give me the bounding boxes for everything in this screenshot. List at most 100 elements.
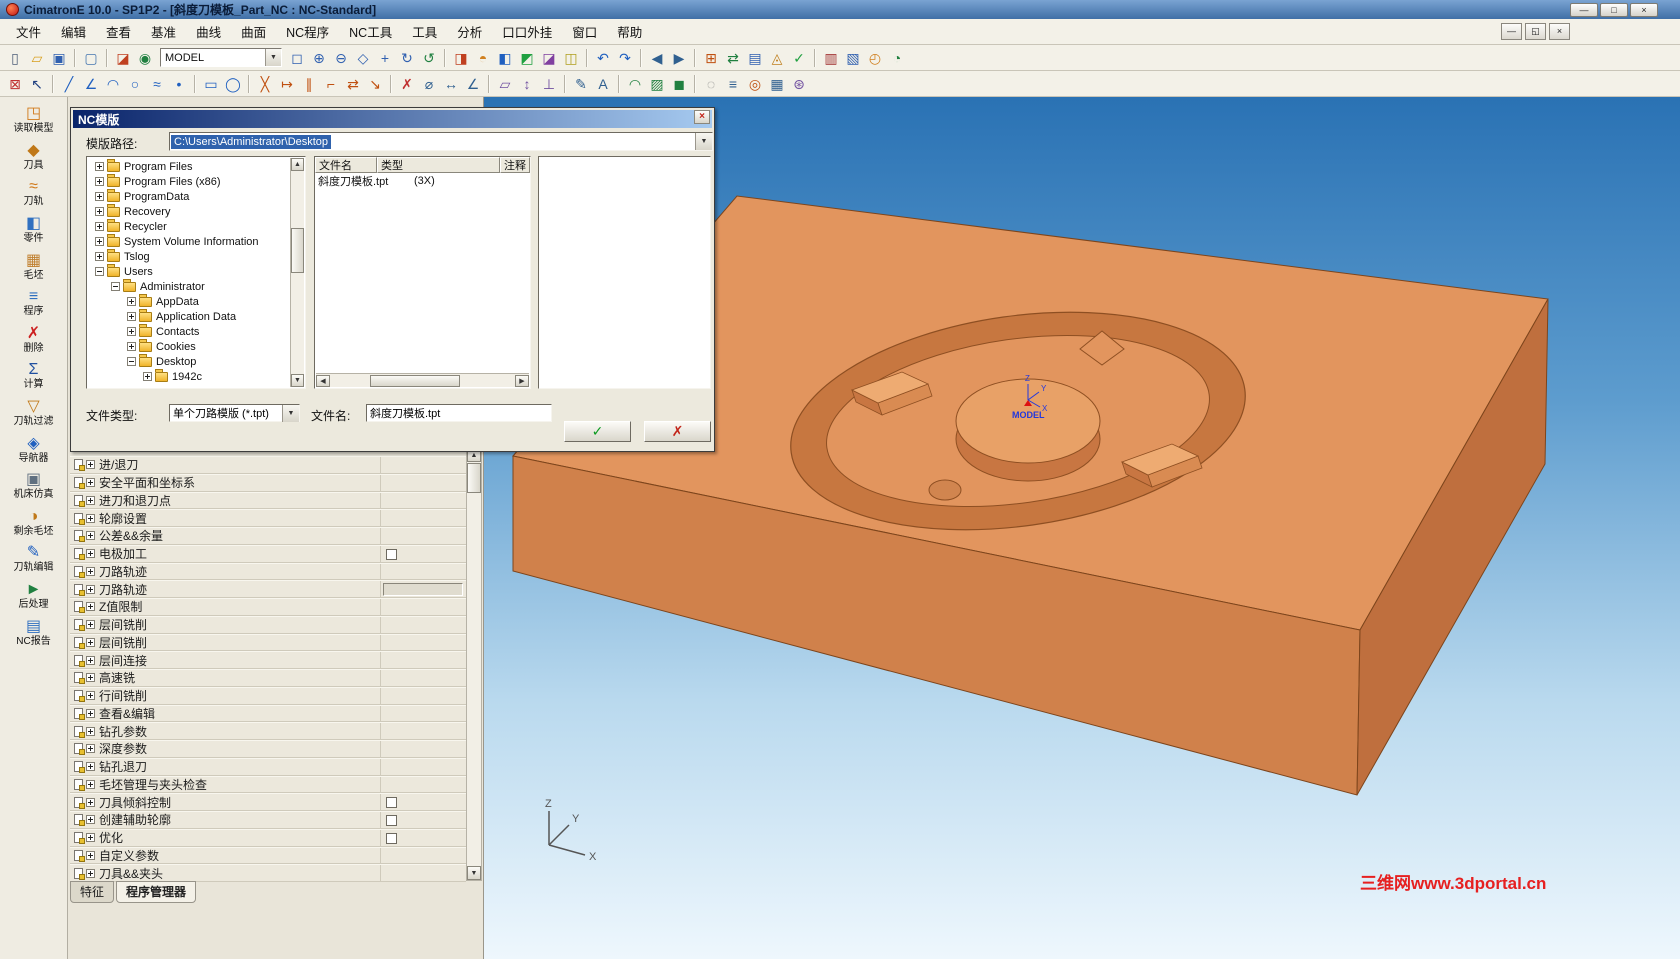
stock-icon[interactable]: ◔: [886, 47, 908, 68]
view-bottom-icon[interactable]: ◫: [560, 47, 582, 68]
zoom-fit-icon[interactable]: ◇: [352, 47, 374, 68]
sidebar-item-read-model[interactable]: ◳ 读取模型: [0, 102, 67, 139]
sketch-icon[interactable]: ✎: [570, 73, 592, 94]
param-row[interactable]: 进刀和退刀点: [70, 491, 466, 510]
circle-icon[interactable]: ○: [124, 73, 146, 94]
tree-expander-icon[interactable]: [95, 207, 104, 216]
cancel-button[interactable]: ✗: [644, 421, 711, 442]
expand-plus-icon[interactable]: [86, 868, 95, 878]
expand-plus-icon[interactable]: [86, 549, 95, 559]
measure-icon[interactable]: ⌀: [418, 73, 440, 94]
file-type-combo[interactable]: 单个刀路模版 (*.tpt) ▼: [169, 404, 300, 422]
tree-item[interactable]: Recovery: [89, 203, 288, 219]
tree-item[interactable]: AppData: [89, 293, 288, 309]
tab-features[interactable]: 特征: [70, 881, 115, 903]
mdi-close-button[interactable]: ×: [1549, 23, 1570, 40]
redo-icon[interactable]: ↷: [614, 47, 636, 68]
layers-icon[interactable]: ≡: [722, 73, 744, 94]
file-name-input[interactable]: 斜度刀模板.tpt: [366, 404, 552, 422]
expand-plus-icon[interactable]: [86, 637, 95, 647]
undo-icon[interactable]: ↶: [592, 47, 614, 68]
maximize-button[interactable]: □: [1600, 2, 1628, 17]
scroll-up-icon[interactable]: ▲: [291, 158, 304, 171]
tree-expander-icon[interactable]: [95, 177, 104, 186]
angle-icon[interactable]: ∠: [462, 73, 484, 94]
tab-program-manager[interactable]: 程序管理器: [116, 881, 197, 903]
pan-icon[interactable]: +: [374, 47, 396, 68]
param-row[interactable]: 自定义参数: [70, 846, 466, 865]
ellipse-icon[interactable]: ◯: [222, 73, 244, 94]
point-icon[interactable]: •: [168, 73, 190, 94]
tree-item[interactable]: 1942c: [89, 368, 288, 384]
verify-icon[interactable]: ✓: [788, 47, 810, 68]
param-row[interactable]: 刀路轨迹: [70, 562, 466, 581]
menu-help[interactable]: 帮助: [607, 18, 652, 45]
tree-item[interactable]: ProgramData: [89, 188, 288, 204]
tree-item[interactable]: Desktop: [89, 353, 288, 369]
menu-file[interactable]: 文件: [6, 18, 51, 45]
sidebar-item-remaining-stock[interactable]: ◑ 剩余毛坯: [0, 505, 67, 542]
solid-icon[interactable]: ◼: [668, 73, 690, 94]
sidebar-item-nc-report[interactable]: ▤ NC报告: [0, 614, 67, 651]
expand-plus-icon[interactable]: [86, 708, 95, 718]
tree-expander-icon[interactable]: [127, 357, 136, 366]
scroll-down-icon[interactable]: ▼: [467, 866, 481, 880]
expand-plus-icon[interactable]: [86, 620, 95, 630]
dialog-title-bar[interactable]: NC模版: [73, 110, 712, 128]
param-row[interactable]: 刀路轨迹: [70, 580, 466, 598]
close-button[interactable]: ×: [1630, 2, 1658, 17]
combo-dropdown-icon[interactable]: ▼: [695, 133, 712, 150]
tree-item[interactable]: Tslog: [89, 248, 288, 264]
mdi-restore-button[interactable]: ◱: [1525, 23, 1546, 40]
param-row[interactable]: 轮廓设置: [70, 509, 466, 527]
plane-icon[interactable]: ▱: [494, 73, 516, 94]
param-row[interactable]: 毛坯管理与夹头检查: [70, 775, 466, 794]
tree-item[interactable]: Cookies: [89, 338, 288, 354]
sidebar-item-toolpath[interactable]: ≈ 刀轨: [0, 175, 67, 212]
expand-plus-icon[interactable]: [86, 833, 95, 843]
expand-plus-icon[interactable]: [86, 495, 95, 505]
line-icon[interactable]: ╱: [58, 73, 80, 94]
visibility-eye-icon[interactable]: ◉: [134, 47, 156, 68]
view-top-icon[interactable]: ◓: [472, 47, 494, 68]
exit-env-icon[interactable]: ⊠: [4, 73, 26, 94]
sidebar-item-calculate[interactable]: Σ 计算: [0, 358, 67, 395]
machine-icon[interactable]: ▧: [842, 47, 864, 68]
tree-item[interactable]: Application Data: [89, 308, 288, 324]
tree-expander-icon[interactable]: [95, 222, 104, 231]
extend-icon[interactable]: ↦: [276, 73, 298, 94]
polyline-icon[interactable]: ∠: [80, 73, 102, 94]
param-row[interactable]: 刀具倾斜控制: [70, 793, 466, 811]
expand-plus-icon[interactable]: [86, 744, 95, 754]
model-filter-combo[interactable]: MODEL ▼: [160, 48, 282, 67]
expand-plus-icon[interactable]: [86, 513, 95, 523]
tree-expander-icon[interactable]: [127, 327, 136, 336]
sidebar-item-stock[interactable]: ▦ 毛坯: [0, 248, 67, 285]
menu-analysis[interactable]: 分析: [447, 18, 492, 45]
prev-step-icon[interactable]: ◀: [646, 47, 668, 68]
scrollbar-thumb[interactable]: [291, 228, 304, 273]
tree-expander-icon[interactable]: [127, 297, 136, 306]
row-checkbox[interactable]: [386, 832, 397, 844]
snap-icon[interactable]: ◎: [744, 73, 766, 94]
param-row[interactable]: 刀具&&夹头: [70, 864, 466, 882]
template-file-list[interactable]: 文件名 类型 注释 斜度刀模板.tpt (3X) ◀ ▶: [314, 156, 531, 389]
dialog-close-icon[interactable]: ×: [694, 110, 710, 124]
tree-scrollbar[interactable]: ▲ ▼: [290, 158, 304, 387]
param-scrollbar[interactable]: ▲ ▼: [466, 447, 482, 881]
zoom-window-icon[interactable]: ◻: [286, 47, 308, 68]
view-back-icon[interactable]: ◪: [538, 47, 560, 68]
expand-plus-icon[interactable]: [86, 478, 95, 488]
row-checkbox[interactable]: [386, 815, 397, 826]
display-cube-icon[interactable]: ◪: [112, 47, 134, 68]
tree-item[interactable]: Users: [89, 263, 288, 279]
tree-expander-icon[interactable]: [127, 342, 136, 351]
projection-icon[interactable]: ◠: [624, 73, 646, 94]
tree-expander-icon[interactable]: [127, 312, 136, 321]
column-header[interactable]: 文件名: [315, 157, 377, 173]
view-side-icon[interactable]: ◧: [494, 47, 516, 68]
expand-plus-icon[interactable]: [86, 673, 95, 683]
expand-plus-icon[interactable]: [86, 460, 95, 470]
fillet-icon[interactable]: ⌐: [320, 73, 342, 94]
tree-item[interactable]: Program Files: [89, 158, 288, 174]
